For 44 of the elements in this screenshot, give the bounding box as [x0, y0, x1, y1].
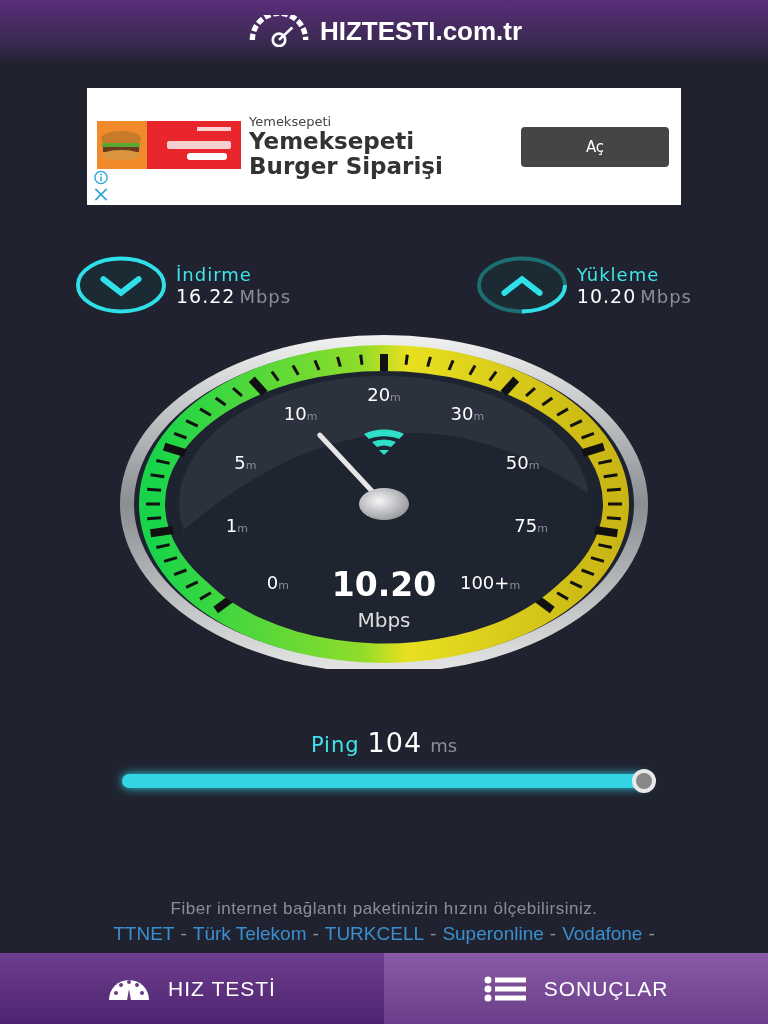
- ping-label: Ping: [310, 733, 360, 757]
- gauge-unit: Mbps: [357, 608, 411, 632]
- ping-unit: ms: [430, 735, 458, 756]
- stat-unit: Mbps: [239, 285, 292, 307]
- dial-label: 50m: [505, 451, 540, 473]
- dial-label: 1m: [225, 515, 248, 537]
- dial-label: 75m: [514, 515, 548, 537]
- dial-label: 100+m: [460, 571, 521, 593]
- gauge-value: 10.20: [331, 565, 437, 604]
- provider-link[interactable]: Superonline: [442, 923, 544, 945]
- open-button[interactable]: Aç: [521, 126, 669, 167]
- provider-link[interactable]: Vodafone: [562, 923, 643, 945]
- separator: -: [312, 923, 319, 945]
- ping-bar-thumb: [632, 769, 656, 793]
- info-icon[interactable]: [93, 170, 109, 185]
- wifi-icon: [364, 429, 404, 455]
- separator: -: [430, 923, 437, 945]
- down-chevron-icon: [74, 255, 168, 315]
- stat-label: İndirme: [176, 263, 253, 285]
- dial-label: 5m: [234, 451, 257, 473]
- close-icon[interactable]: [93, 187, 109, 202]
- dial-label: 10m: [283, 402, 318, 424]
- up-chevron-icon: [474, 255, 569, 315]
- separator: -: [648, 923, 655, 945]
- dial-label: 30m: [450, 402, 485, 424]
- stat-unit: Mbps: [640, 285, 692, 307]
- ad-headline[interactable]: Yemeksepeti Burger Siparişi: [249, 128, 499, 180]
- separator: -: [549, 923, 557, 945]
- nav-tab[interactable]: SONUÇLAR: [384, 953, 768, 1024]
- stat-label: Yükleme: [576, 263, 661, 285]
- advertiser-name: Yemeksepeti: [249, 113, 333, 129]
- dial-label: 0m: [266, 571, 289, 593]
- provider-link[interactable]: TURKCELL: [324, 923, 425, 945]
- list-icon: [483, 975, 526, 1002]
- dial-label: 20m: [367, 384, 401, 405]
- ping-value: 104: [367, 727, 423, 758]
- stat-value: 10.20: [576, 284, 637, 307]
- separator: -: [180, 923, 187, 945]
- site-title: HIZTESTI.com.tr: [319, 15, 523, 47]
- nav-tab[interactable]: HIZ TESTİ: [0, 953, 384, 1024]
- provider-link[interactable]: Türk Telekom: [192, 923, 307, 945]
- footer-text: Fiber internet bağlantı paketinizin hızını ölçebilirsiniz.: [170, 899, 598, 919]
- stat-value: 16.22: [176, 284, 236, 307]
- provider-link[interactable]: TTNET: [113, 923, 175, 945]
